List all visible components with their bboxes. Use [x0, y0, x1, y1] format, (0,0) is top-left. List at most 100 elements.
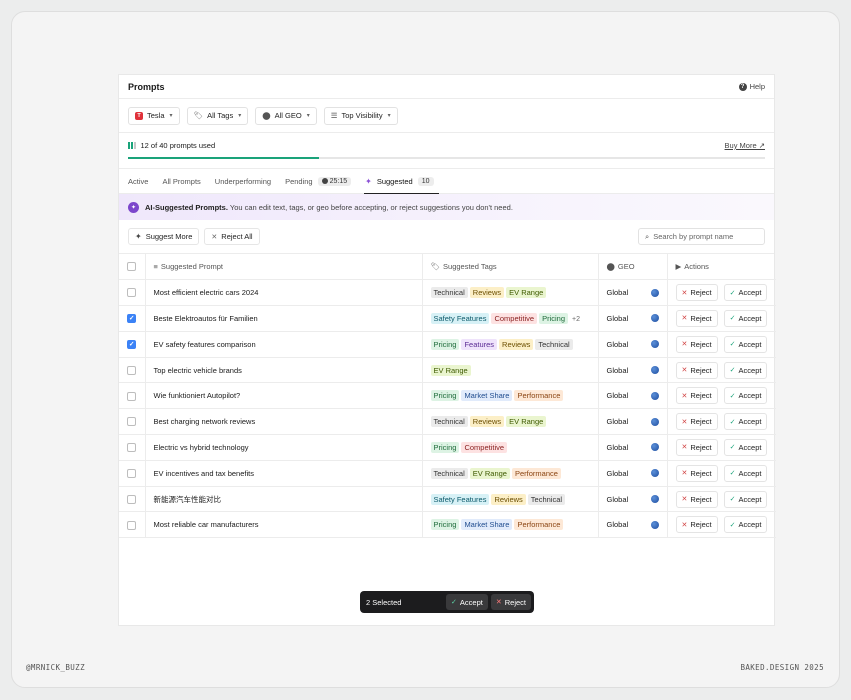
tags-cell[interactable]: Pricing Market Share Performance	[421, 382, 598, 410]
geo-cell[interactable]: Global	[597, 279, 667, 307]
column-header-prompt[interactable]: ≡ Suggested Prompt	[144, 254, 422, 281]
geo-cell[interactable]: Global	[597, 434, 667, 461]
tags-cell[interactable]: Technical Reviews EV Range	[421, 279, 598, 307]
row-checkbox[interactable]	[127, 314, 136, 324]
tag-chip[interactable]: Reviews	[469, 416, 505, 428]
tag-chip[interactable]: Technical	[430, 416, 468, 428]
tags-filter[interactable]: 🏷 All Tags ▾	[186, 106, 249, 125]
reject-button[interactable]: ✕ Reject	[675, 516, 718, 534]
accept-button[interactable]: ✓ Accept	[723, 387, 768, 405]
more-tags-count[interactable]: +2	[572, 316, 580, 323]
tab-pending[interactable]: Pending 25:15	[285, 169, 352, 193]
buy-more-link[interactable]: Buy More ↗	[725, 141, 765, 150]
row-checkbox[interactable]	[127, 288, 136, 298]
prompt-cell[interactable]: EV safety features comparison	[144, 331, 422, 358]
tag-chip[interactable]: Competitive	[491, 312, 538, 324]
tag-chip[interactable]: Performance	[514, 390, 564, 402]
brand-filter[interactable]: T Tesla ▾	[128, 106, 180, 125]
reject-button[interactable]: ✕ Reject	[675, 387, 718, 405]
tags-cell[interactable]: Pricing Market Share Performance	[421, 511, 598, 539]
tags-cell[interactable]: Safety Features Reviews Technical	[421, 486, 598, 513]
tag-chip[interactable]: EV Range	[506, 416, 547, 428]
row-checkbox[interactable]	[127, 494, 136, 504]
tab-suggested[interactable]: ✦ Suggested 10	[364, 169, 439, 194]
tags-cell[interactable]: Technical Reviews EV Range	[421, 408, 598, 436]
row-checkbox[interactable]	[127, 469, 136, 479]
prompt-cell[interactable]: Wie funktioniert Autopilot?	[144, 382, 422, 410]
row-checkbox[interactable]	[127, 365, 136, 375]
reject-all-button[interactable]: ✕ Reject All	[204, 228, 260, 245]
accept-button[interactable]: ✓ Accept	[723, 284, 768, 302]
row-checkbox[interactable]	[127, 391, 136, 401]
prompt-cell[interactable]: Most efficient electric cars 2024	[144, 279, 422, 307]
reject-button[interactable]: ✕ Reject	[675, 309, 718, 327]
prompt-cell[interactable]: EV incentives and tax benefits	[144, 460, 422, 487]
tab-active[interactable]: Active	[128, 169, 148, 193]
tag-chip[interactable]: Reviews	[469, 287, 505, 299]
accept-button[interactable]: ✓ Accept	[723, 335, 768, 353]
geo-cell[interactable]: Global	[597, 511, 667, 539]
geo-cell[interactable]: Global	[597, 486, 667, 513]
tag-chip[interactable]: Market Share	[461, 390, 513, 402]
tag-chip[interactable]: Pricing	[430, 390, 460, 402]
tag-chip[interactable]: Pricing	[430, 338, 460, 350]
tags-cell[interactable]: Pricing Features Reviews Technical	[421, 331, 598, 358]
visibility-filter[interactable]: ☰ Top Visibility ▾	[323, 106, 398, 125]
tag-chip[interactable]: Competitive	[461, 441, 508, 453]
tag-chip[interactable]: Reviews	[491, 493, 526, 505]
tag-chip[interactable]: Pricing	[430, 519, 460, 531]
tab-underperforming[interactable]: Underperforming	[215, 169, 271, 193]
tab-all-prompts[interactable]: All Prompts	[162, 169, 200, 193]
reject-button[interactable]: ✕ Reject	[675, 490, 718, 508]
tags-cell[interactable]: Safety Features Competitive Pricing +2	[421, 305, 598, 332]
prompt-cell[interactable]: Top electric vehicle brands	[144, 357, 422, 384]
tag-chip[interactable]: Technical	[430, 467, 468, 479]
suggest-more-button[interactable]: ✦ Suggest More	[128, 228, 200, 245]
tag-chip[interactable]: Technical	[430, 287, 468, 299]
bulk-accept-button[interactable]: ✓ Accept	[446, 594, 488, 610]
geo-cell[interactable]: Global	[597, 357, 667, 384]
reject-button[interactable]: ✕ Reject	[675, 438, 718, 456]
tag-chip[interactable]: Performance	[511, 467, 561, 479]
tag-chip[interactable]: Pricing	[430, 441, 460, 453]
accept-button[interactable]: ✓ Accept	[723, 309, 768, 327]
reject-button[interactable]: ✕ Reject	[675, 464, 718, 482]
bulk-reject-button[interactable]: ✕ Reject	[490, 594, 531, 610]
search-input[interactable]	[653, 232, 754, 241]
prompt-cell[interactable]: 新能源汽车性能对比	[144, 486, 422, 513]
tag-chip[interactable]: Pricing	[539, 312, 568, 324]
geo-cell[interactable]: Global	[597, 460, 667, 487]
tag-chip[interactable]: Safety Features	[430, 312, 490, 324]
accept-button[interactable]: ✓ Accept	[723, 516, 768, 534]
geo-cell[interactable]: Global	[597, 331, 667, 358]
accept-button[interactable]: ✓ Accept	[723, 413, 768, 431]
tag-chip[interactable]: EV Range	[430, 364, 471, 376]
accept-button[interactable]: ✓ Accept	[723, 361, 768, 379]
reject-button[interactable]: ✕ Reject	[675, 413, 718, 431]
prompt-cell[interactable]: Best charging network reviews	[144, 408, 422, 436]
reject-button[interactable]: ✕ Reject	[675, 361, 718, 379]
tag-chip[interactable]: Technical	[527, 493, 566, 505]
tag-chip[interactable]: Market Share	[461, 519, 513, 531]
tag-chip[interactable]: EV Range	[506, 287, 547, 299]
column-header-geo[interactable]: ⬤ GEO	[597, 254, 667, 281]
tag-chip[interactable]: Safety Features	[430, 493, 490, 505]
tag-chip[interactable]: Technical	[535, 338, 573, 350]
row-checkbox[interactable]	[127, 520, 136, 530]
row-checkbox[interactable]	[127, 340, 136, 350]
row-checkbox[interactable]	[127, 443, 136, 453]
column-header-tags[interactable]: 🏷 Suggested Tags	[421, 254, 598, 281]
tags-cell[interactable]: Pricing Competitive	[421, 434, 598, 461]
reject-button[interactable]: ✕ Reject	[675, 335, 718, 353]
accept-button[interactable]: ✓ Accept	[723, 464, 768, 482]
reject-button[interactable]: ✕ Reject	[675, 284, 718, 302]
tag-chip[interactable]: Reviews	[499, 338, 534, 350]
tag-chip[interactable]: EV Range	[469, 467, 510, 479]
tag-chip[interactable]: Performance	[514, 519, 564, 531]
accept-button[interactable]: ✓ Accept	[723, 490, 768, 508]
tags-cell[interactable]: EV Range	[421, 357, 598, 384]
geo-cell[interactable]: Global	[597, 408, 667, 436]
tags-cell[interactable]: Technical EV Range Performance	[421, 460, 598, 487]
geo-cell[interactable]: Global	[597, 305, 667, 332]
geo-cell[interactable]: Global	[597, 382, 667, 410]
